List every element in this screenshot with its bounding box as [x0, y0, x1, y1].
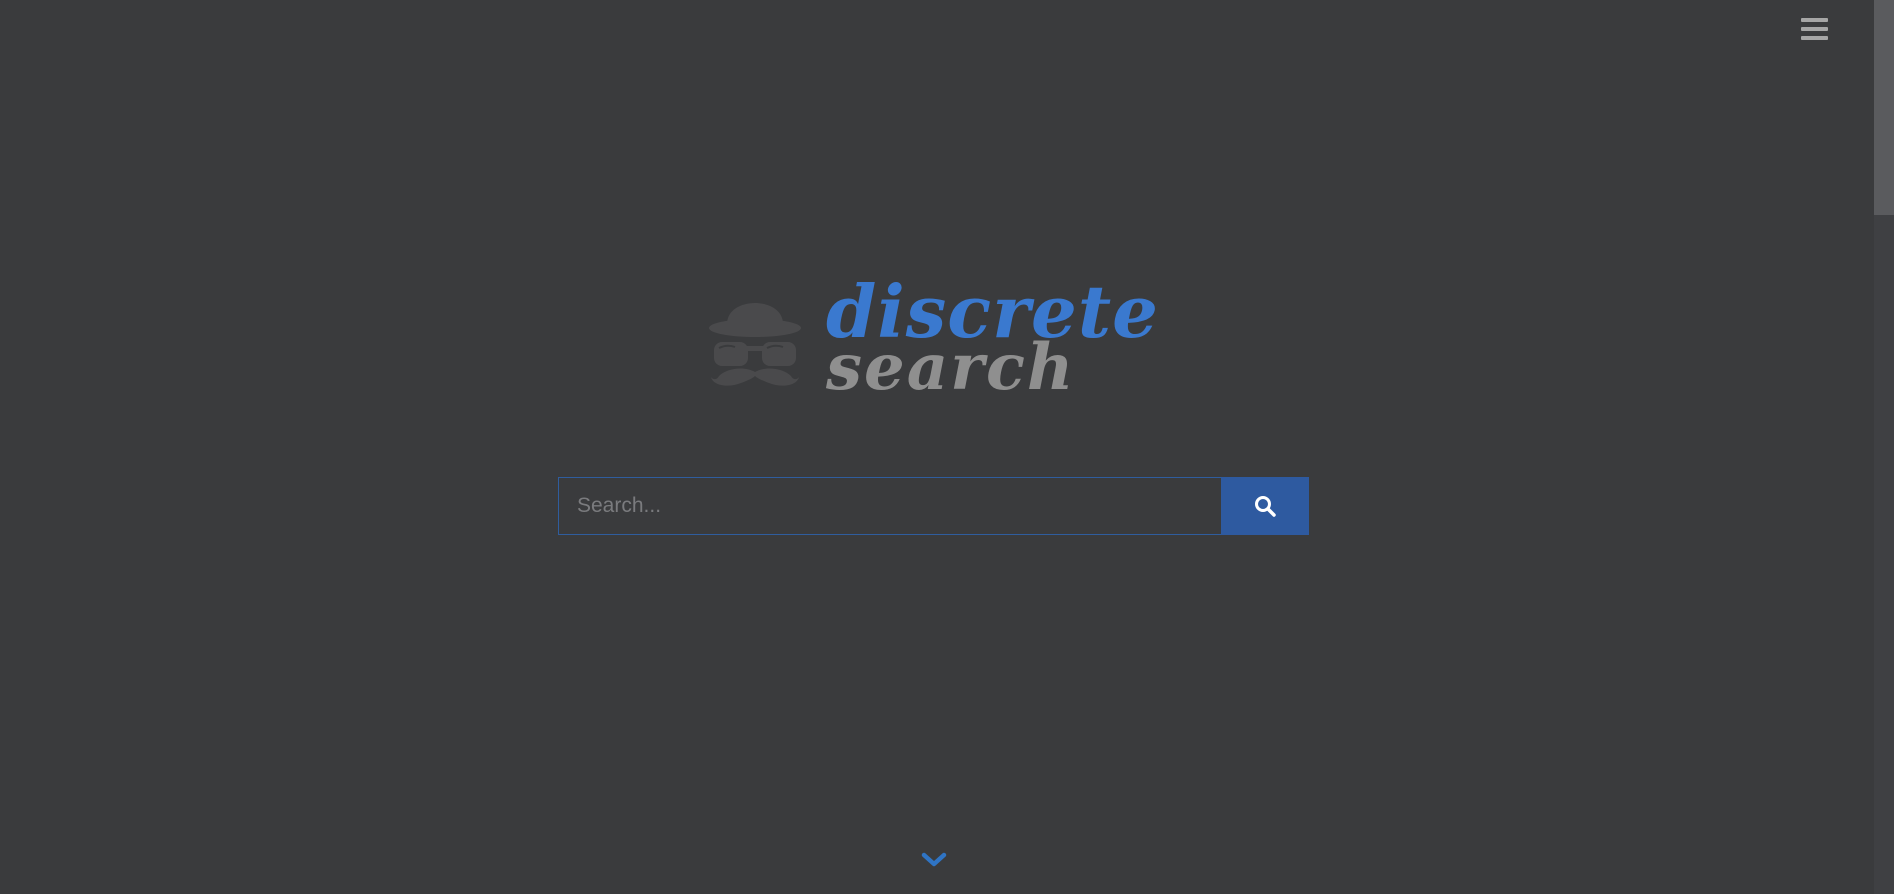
- scrollbar-thumb[interactable]: [1874, 0, 1894, 215]
- page: discrete search: [0, 0, 1894, 894]
- menu-bar-bottom: [1801, 36, 1828, 40]
- incognito-mascot-icon: [709, 303, 801, 386]
- logo-word-search: search: [826, 330, 1076, 405]
- scroll-down-button[interactable]: [921, 851, 947, 869]
- menu-bar-top: [1801, 18, 1828, 22]
- search-form: [558, 477, 1309, 535]
- chevron-down-icon: [921, 852, 947, 867]
- menu-bar-middle: [1801, 27, 1828, 31]
- site-logo[interactable]: discrete search: [700, 276, 1158, 406]
- search-input[interactable]: [558, 477, 1221, 535]
- search-icon: [1255, 496, 1276, 517]
- search-button[interactable]: [1221, 477, 1309, 535]
- hamburger-menu-icon[interactable]: [1801, 18, 1831, 44]
- vertical-scrollbar[interactable]: [1874, 0, 1894, 894]
